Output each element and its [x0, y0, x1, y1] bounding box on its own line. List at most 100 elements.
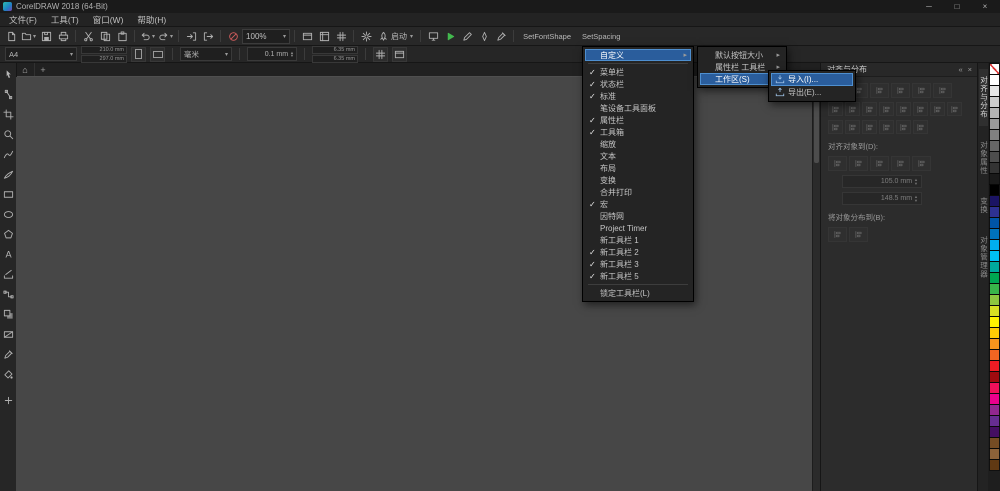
- setfontshape-button[interactable]: SetFontShape: [518, 29, 576, 44]
- specified-point-y-input[interactable]: 148.5 mm ▲ ▼: [842, 192, 922, 205]
- active-objects-button[interactable]: [828, 156, 847, 171]
- align-bounding-box-button[interactable]: [862, 120, 877, 134]
- page-center-button[interactable]: [870, 156, 889, 171]
- menu-item[interactable]: 文本: [585, 150, 691, 162]
- color-swatch[interactable]: [988, 239, 1000, 251]
- copy-button[interactable]: [97, 29, 113, 44]
- color-swatch[interactable]: [988, 96, 1000, 108]
- distribute-spacing-h-button[interactable]: [862, 102, 877, 116]
- menu-item[interactable]: 锁定工具栏(L): [585, 287, 691, 299]
- page-height-input[interactable]: 297.0 mm: [81, 54, 127, 63]
- drop-shadow-tool[interactable]: [1, 305, 16, 324]
- color-swatch[interactable]: [988, 437, 1000, 449]
- launch-button[interactable]: 启动 ▾: [375, 29, 416, 44]
- vertical-scrollbar[interactable]: [812, 77, 820, 491]
- menu-item[interactable]: ✓ 工具箱: [585, 126, 691, 138]
- distribute-spacing-v-button[interactable]: [930, 102, 945, 116]
- color-swatch[interactable]: [988, 261, 1000, 273]
- selection-extent-button[interactable]: [828, 227, 847, 242]
- distribute-right-button[interactable]: [879, 102, 894, 116]
- export-button[interactable]: [200, 29, 216, 44]
- dimension-tool[interactable]: [1, 265, 16, 284]
- interactive-fill-tool[interactable]: [1, 365, 16, 384]
- color-swatch[interactable]: [988, 162, 1000, 174]
- undo-button[interactable]: ▾: [139, 29, 156, 44]
- transparency-tool[interactable]: [1, 325, 16, 344]
- prohibit-button[interactable]: [225, 29, 241, 44]
- color-swatch[interactable]: [988, 371, 1000, 383]
- align-bottom-button[interactable]: [933, 83, 952, 98]
- connector-tool[interactable]: [1, 285, 16, 304]
- menu-item[interactable]: 布局: [585, 162, 691, 174]
- color-swatch[interactable]: [988, 283, 1000, 295]
- align-center-vertical-button[interactable]: [912, 83, 931, 98]
- color-swatch[interactable]: [988, 195, 1000, 207]
- drawing-canvas[interactable]: [16, 77, 820, 491]
- color-swatch[interactable]: [988, 382, 1000, 394]
- menu-item-3[interactable]: 帮助(H): [130, 13, 173, 26]
- new-document-tab-button[interactable]: +: [35, 63, 51, 76]
- menu-item[interactable]: 笔设备工具面板: [585, 102, 691, 114]
- pencil-button[interactable]: [459, 29, 475, 44]
- zoom-tool[interactable]: [1, 125, 16, 144]
- page-width-input[interactable]: 210.0 mm: [81, 45, 127, 54]
- docker-float-icon[interactable]: «: [958, 65, 962, 74]
- color-swatch[interactable]: [988, 448, 1000, 460]
- color-swatch[interactable]: [988, 85, 1000, 97]
- menu-item[interactable]: 自定义 ▸: [585, 49, 691, 61]
- menu-item[interactable]: ✓ 新工具栏 3: [585, 258, 691, 270]
- distribute-center-h-button[interactable]: [845, 102, 860, 116]
- freehand-tool[interactable]: [1, 145, 16, 164]
- home-tab[interactable]: ⌂: [16, 63, 35, 76]
- color-swatch[interactable]: [988, 151, 1000, 163]
- color-swatch[interactable]: [988, 327, 1000, 339]
- no-color-swatch[interactable]: [988, 63, 1000, 75]
- polygon-tool[interactable]: [1, 225, 16, 244]
- text-option-button[interactable]: [879, 120, 894, 134]
- options-gear-button[interactable]: [358, 29, 374, 44]
- menu-item[interactable]: ✓ 状态栏: [585, 78, 691, 90]
- color-swatch[interactable]: [988, 272, 1000, 284]
- docker-close-icon[interactable]: ×: [968, 65, 972, 74]
- docker-tab-3[interactable]: 对象管理器: [979, 229, 989, 286]
- align-first-line-button[interactable]: [828, 120, 843, 134]
- distribute-top-button[interactable]: [896, 102, 911, 116]
- minimize-button[interactable]: ─: [917, 0, 941, 13]
- redo-button[interactable]: ▾: [157, 29, 174, 44]
- color-swatch[interactable]: [988, 206, 1000, 218]
- grid-snap-button[interactable]: [891, 156, 910, 171]
- color-swatch[interactable]: [988, 250, 1000, 262]
- save-button[interactable]: [38, 29, 54, 44]
- menu-item[interactable]: 变换: [585, 174, 691, 186]
- menu-item-2[interactable]: 窗口(W): [86, 13, 131, 26]
- rulers-button[interactable]: [316, 29, 332, 44]
- docker-tab-1[interactable]: 对象属性: [979, 134, 989, 182]
- menu-item[interactable]: ✓ 新工具栏 5: [585, 270, 691, 282]
- menu-item[interactable]: ✓ 新工具栏 2: [585, 246, 691, 258]
- menu-item[interactable]: 导出(E)...: [771, 86, 853, 99]
- color-swatch[interactable]: [988, 338, 1000, 350]
- color-swatch[interactable]: [988, 184, 1000, 196]
- menu-item[interactable]: ✓ 宏: [585, 198, 691, 210]
- color-swatch[interactable]: [988, 459, 1000, 471]
- open-folder-button[interactable]: ▾: [20, 29, 37, 44]
- spinner-icon[interactable]: ▲ ▼: [290, 50, 294, 58]
- snap-settings-button[interactable]: [373, 46, 388, 62]
- units-combo[interactable]: 毫米 ▾: [180, 47, 232, 61]
- eyedropper-button[interactable]: [493, 29, 509, 44]
- menu-item[interactable]: ✓ 菜单栏: [585, 66, 691, 78]
- color-swatch[interactable]: [988, 316, 1000, 328]
- align-baseline-button[interactable]: [845, 120, 860, 134]
- color-swatch[interactable]: [988, 393, 1000, 405]
- zoom-level-combo[interactable]: 100% ▾: [242, 28, 291, 44]
- color-swatch[interactable]: [988, 404, 1000, 416]
- close-button[interactable]: ×: [973, 0, 997, 13]
- pen-button[interactable]: [476, 29, 492, 44]
- menu-item-0[interactable]: 文件(F): [2, 13, 44, 26]
- print-button[interactable]: [55, 29, 71, 44]
- fullscreen-button[interactable]: [299, 29, 315, 44]
- color-swatch[interactable]: [988, 173, 1000, 185]
- menu-item[interactable]: 新工具栏 1: [585, 234, 691, 246]
- paste-button[interactable]: [114, 29, 130, 44]
- crop-tool[interactable]: [1, 105, 16, 124]
